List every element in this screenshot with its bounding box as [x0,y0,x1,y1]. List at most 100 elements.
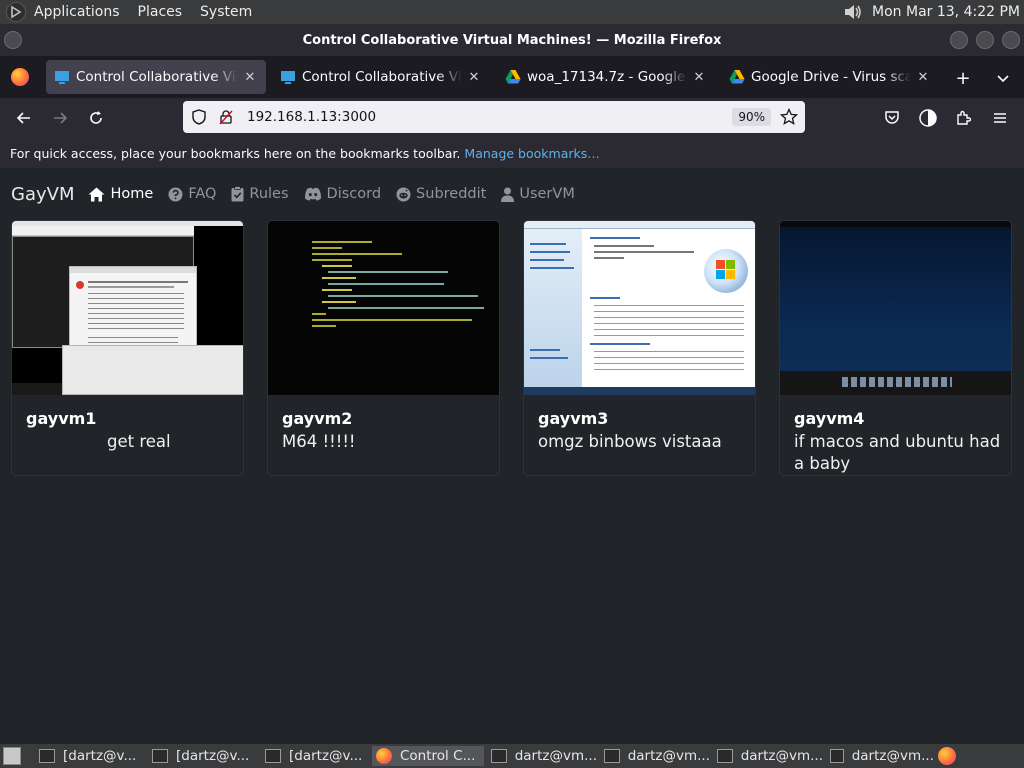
task-label: [dartz@v... [289,748,363,764]
manage-bookmarks-link[interactable]: Manage bookmarks… [464,146,599,161]
user-icon [501,187,515,202]
nav-label: Subreddit [416,186,487,202]
account-icon[interactable] [914,104,942,132]
tab-close-icon[interactable]: ✕ [691,70,707,85]
nav-label: UserVM [519,186,575,202]
discord-icon [304,187,321,201]
list-all-tabs-icon[interactable] [991,66,1015,90]
nav-label: Rules [249,186,289,202]
taskbar-terminal-1[interactable]: [dartz@v... [35,746,145,766]
tab-title: Google Drive - Virus scan warning [751,69,911,85]
tab-close-icon[interactable]: ✕ [915,70,931,85]
vm-card-gayvm3[interactable]: gayvm3 omgz binbows vistaaa [523,220,756,476]
reddit-icon [396,187,411,201]
zoom-level-button[interactable]: 90% [732,108,771,126]
nav-rules[interactable]: Rules [231,186,289,202]
extensions-icon[interactable] [950,104,978,132]
terminal-icon [491,749,507,763]
firefox-icon [376,748,392,764]
vm-name: gayvm2 [282,409,353,428]
url-bar[interactable]: 192.168.1.13:3000 90% [183,101,805,133]
question-circle-icon [168,187,183,201]
terminal-icon [39,749,55,763]
nav-subreddit[interactable]: Subreddit [396,186,486,202]
close-window-button[interactable] [1002,31,1020,49]
tab-close-icon[interactable]: ✕ [466,70,482,85]
volume-icon[interactable] [842,3,864,21]
vm-thumbnail[interactable] [524,221,755,395]
tab-google-drive-virus-scan[interactable]: Google Drive - Virus scan warning ✕ [721,60,939,94]
tab-control-vm-1[interactable]: Control Collaborative Virtual Machines! … [46,60,266,94]
tab-title: Control Collaborative Virtual Machines! [76,69,238,85]
vm-name: gayvm4 [794,409,865,428]
back-icon[interactable] [10,104,38,132]
nav-uservm[interactable]: UserVM [501,186,575,202]
window-titlebar[interactable]: Control Collaborative Virtual Machines! … [0,24,1024,56]
show-desktop-icon[interactable] [3,747,21,765]
vm-thumbnail[interactable] [268,221,499,395]
minimize-button[interactable] [950,31,968,49]
vm-card-gayvm2[interactable]: gayvm2 M64 !!!!! [267,220,500,476]
distro-logo-icon[interactable] [6,2,26,22]
taskbar-firefox[interactable]: Control C... [372,746,484,766]
system-menu[interactable]: System [200,4,252,20]
bookmarks-hint: For quick access, place your bookmarks h… [10,145,461,161]
forward-icon[interactable] [46,104,74,132]
tab-title: woa_17134.7z - Google Drive [527,69,687,85]
taskbar-terminal-5[interactable]: dartz@vm... [600,746,710,766]
taskbar-terminal-4[interactable]: dartz@vm... [487,746,597,766]
monitor-icon [55,71,69,84]
vm-name: gayvm3 [538,409,609,428]
tab-title: Control Collaborative Virtual Machines! [302,69,462,85]
nav-faq[interactable]: FAQ [168,186,216,202]
tab-close-icon[interactable]: ✕ [242,70,258,85]
google-drive-icon [729,70,745,84]
bookmark-star-icon[interactable] [777,105,801,129]
reload-icon[interactable] [82,104,110,132]
home-icon [88,187,105,201]
vm-card-gayvm4[interactable]: gayvm4 if macos and ubuntu had a baby [779,220,1012,476]
pocket-icon[interactable] [878,104,906,132]
taskbar-terminal-7[interactable]: dartz@vm... [826,746,934,766]
vm-card-gayvm1[interactable]: gayvm1 get real [11,220,244,476]
task-label: dartz@vm... [514,748,597,764]
maximize-button[interactable] [976,31,994,49]
page-content: GayVM Home FAQ Rules Discord Subreddit U… [0,168,1024,744]
url-input[interactable]: 192.168.1.13:3000 [247,109,732,125]
task-label: Control C... [400,748,476,764]
insecure-connection-icon[interactable] [215,106,237,128]
site-brand[interactable]: GayVM [11,184,74,205]
nav-label: Discord [326,186,382,202]
tracking-protection-shield-icon[interactable] [188,106,210,128]
taskbar-terminal-6[interactable]: dartz@vm... [713,746,823,766]
clock[interactable]: Mon Mar 13, 4:22 PM [872,4,1020,20]
vm-thumbnail[interactable] [12,221,243,395]
new-tab-icon[interactable]: + [951,66,975,90]
vm-description: if macos and ubuntu had a baby [794,432,1001,473]
applications-menu[interactable]: Applications [34,4,120,20]
hamburger-menu-icon[interactable] [986,104,1014,132]
terminal-icon [604,749,620,763]
vm-thumbnail[interactable] [780,221,1011,395]
vm-name: gayvm1 [26,409,97,428]
tab-control-vm-2[interactable]: Control Collaborative Virtual Machines! … [272,60,490,94]
places-menu[interactable]: Places [138,4,183,20]
firefox-launcher-icon[interactable] [938,747,956,765]
gnome-bottom-panel: [dartz@v... [dartz@v... [dartz@v... Cont… [0,744,1024,768]
bookmarks-toolbar: For quick access, place your bookmarks h… [0,138,1024,168]
tab-google-drive-woa[interactable]: woa_17134.7z - Google Drive ✕ [497,60,715,94]
gnome-top-panel: Applications Places System Mon Mar 13, 4… [0,0,1024,24]
taskbar-terminal-3[interactable]: [dartz@v... [261,746,371,766]
firefox-view-icon[interactable] [11,68,29,86]
taskbar-terminal-2[interactable]: [dartz@v... [148,746,258,766]
window-menu-button[interactable] [4,31,22,49]
nav-discord[interactable]: Discord [304,186,382,202]
nav-home[interactable]: Home [88,186,153,202]
nav-label: FAQ [188,186,217,202]
vm-description: get real [107,432,171,451]
clipboard-icon [231,186,244,202]
navigation-toolbar: 192.168.1.13:3000 90% [0,98,1024,138]
task-label: [dartz@v... [63,748,137,764]
terminal-icon [830,749,844,763]
task-label: [dartz@v... [176,748,250,764]
